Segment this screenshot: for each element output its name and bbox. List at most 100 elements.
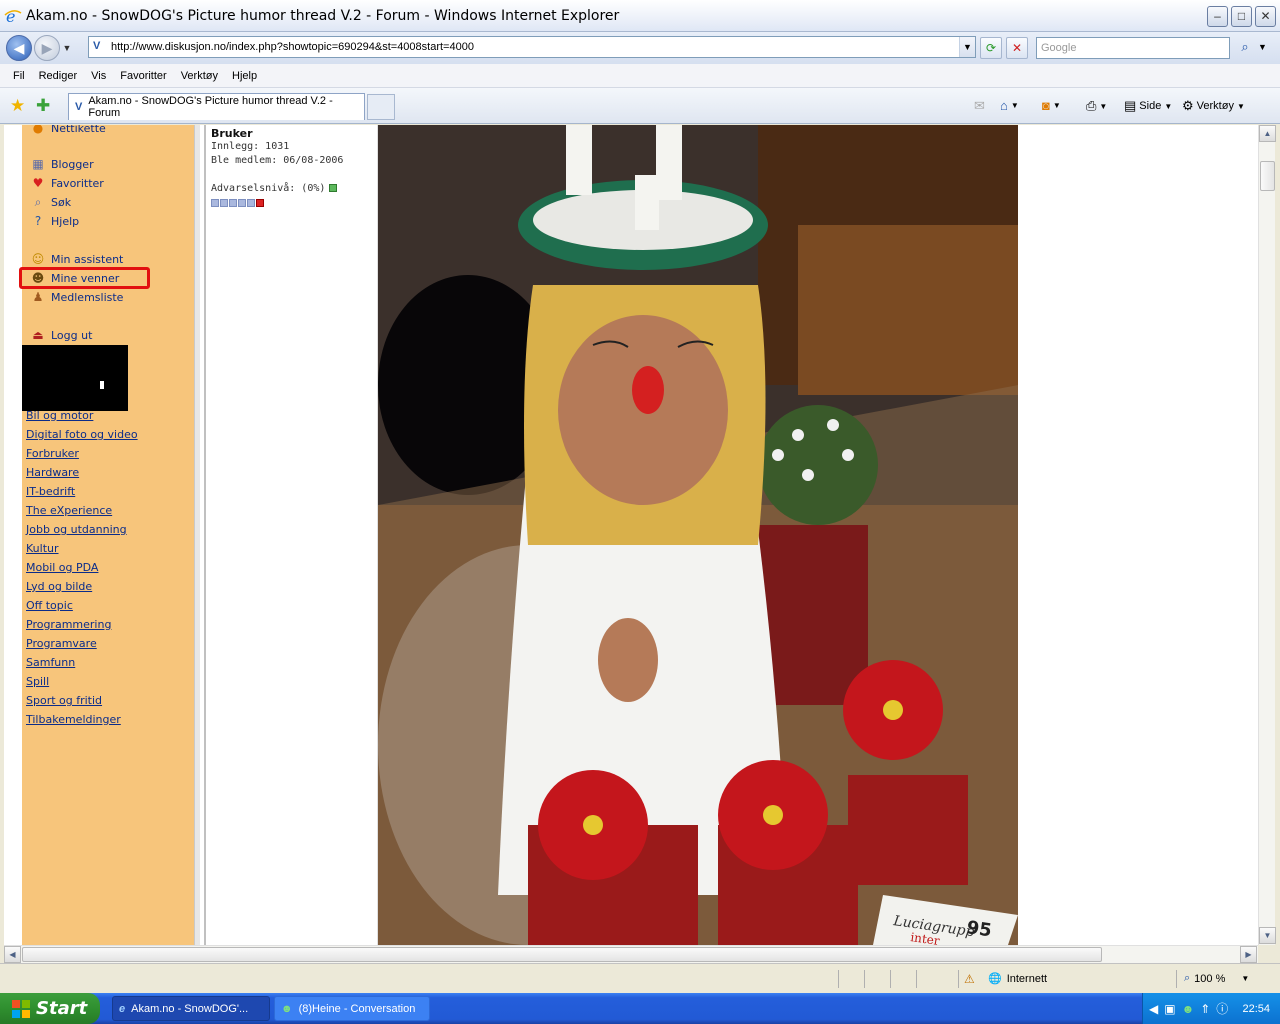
forum-link-consumer[interactable]: Forbruker (26, 447, 79, 460)
sidebar-link-logout[interactable]: ⏏ Logg ut (30, 327, 92, 343)
history-dropdown[interactable]: ▼ (60, 43, 74, 53)
forum-link-games[interactable]: Spill (26, 675, 49, 688)
sidebar-link-netiquette[interactable]: ● Nettikette (30, 125, 106, 136)
menu-view[interactable]: Vis (84, 70, 113, 82)
forum-link-photo[interactable]: Digital foto og video (26, 428, 138, 441)
close-button[interactable]: ✕ (1255, 6, 1276, 27)
popup-blocker-icon[interactable]: ⚠ (964, 972, 975, 986)
tools-menu-label: Verktøy (1196, 100, 1234, 112)
globe-icon: 🌐 (988, 973, 1002, 985)
feeds-off-icon[interactable]: ✉ (974, 98, 985, 114)
stop-button[interactable]: ✕ (1006, 37, 1028, 59)
scroll-up-button[interactable]: ▲ (1259, 125, 1276, 142)
search-icon[interactable]: ⌕ (1234, 37, 1256, 59)
network-icon[interactable]: ▣ (1164, 1002, 1175, 1016)
safely-remove-icon[interactable]: ⇑ (1200, 1002, 1210, 1016)
menu-edit[interactable]: Rediger (32, 70, 85, 82)
taskbar-item-label: Akam.no - SnowDOG'... (131, 1002, 249, 1015)
start-button[interactable]: Start (0, 993, 100, 1024)
search-options-dropdown[interactable]: ▼ (1258, 42, 1267, 52)
address-bar: ◀ ▶ ▼ V http://www.diskusjon.no/index.ph… (0, 32, 1280, 64)
gear-icon: ⚙ (1182, 98, 1194, 113)
back-button[interactable]: ◀ (6, 35, 32, 61)
menu-file[interactable]: Fil (6, 70, 32, 82)
rss-feed-button[interactable]: ◙ ▼ (1042, 98, 1061, 113)
sidebar-link-members[interactable]: ♟ Medlemsliste (30, 289, 124, 305)
add-favorite-icon[interactable]: ✚ (36, 96, 50, 116)
page-menu-button[interactable]: ▤ Side ▼ (1124, 98, 1172, 114)
user-role: Bruker (211, 127, 253, 140)
clock: 22:54 (1242, 1002, 1270, 1015)
forum-link-off-topic[interactable]: Off topic (26, 599, 73, 612)
tab-active[interactable]: V Akam.no - SnowDOG's Picture humor thre… (68, 93, 365, 120)
scroll-down-button[interactable]: ▼ (1259, 927, 1276, 944)
forum-link-feedback[interactable]: Tilbakemeldinger (26, 713, 121, 726)
minimize-button[interactable]: – (1207, 6, 1228, 27)
sidebar-link-search[interactable]: ⌕ Søk (30, 194, 71, 210)
title-bar: e Akam.no - SnowDOG's Picture humor thre… (0, 0, 1280, 32)
blog-icon: ▦ (32, 157, 44, 171)
forum-link-culture[interactable]: Kultur (26, 542, 59, 555)
site-favicon-icon: V (93, 40, 101, 52)
forum-link-programming[interactable]: Programmering (26, 618, 111, 631)
zoom-dropdown-icon: ▼ (1241, 974, 1250, 983)
print-button[interactable]: ⎙ ▼ (1086, 98, 1107, 114)
forum-link-audio[interactable]: Lyd og bilde (26, 580, 92, 593)
forum-sidebar: ● Nettikette ▦ Blogger ♥ Favoritter ⌕ Sø… (19, 125, 194, 945)
refresh-button[interactable]: ⟳ (980, 37, 1002, 59)
forum-link-mobile[interactable]: Mobil og PDA (26, 561, 98, 574)
menu-favorites[interactable]: Favoritter (113, 70, 173, 82)
info-tray-icon[interactable]: ⓘ (1216, 1000, 1228, 1017)
sidebar-link-blogger[interactable]: ▦ Blogger (30, 156, 93, 172)
ie-icon: e (119, 1002, 126, 1015)
url-field[interactable]: V http://www.diskusjon.no/index.php?show… (88, 36, 976, 58)
warning-increase-icon[interactable] (329, 184, 338, 192)
tools-menu-button[interactable]: ⚙ Verktøy ▼ (1182, 98, 1245, 114)
forum-link-sport[interactable]: Sport og fritid (26, 694, 102, 707)
menu-tools[interactable]: Verktøy (174, 70, 225, 82)
warning-decrease-icon[interactable] (256, 199, 264, 207)
sidebar-link-help[interactable]: ? Hjelp (30, 213, 79, 229)
forum-link-hardware[interactable]: Hardware (26, 466, 79, 479)
messenger-tray-icon[interactable]: ☻ (1182, 1002, 1195, 1016)
security-zone[interactable]: 🌐 Internett (988, 972, 1047, 986)
ie-icon: e (4, 7, 22, 26)
forum-link-society[interactable]: Samfunn (26, 656, 75, 669)
window-title: Akam.no - SnowDOG's Picture humor thread… (26, 7, 620, 24)
taskbar-item-ie[interactable]: e Akam.no - SnowDOG'... (112, 996, 270, 1021)
sign-number: 95 (965, 917, 993, 941)
forum-link-experience[interactable]: The eXperience (26, 504, 112, 517)
horizontal-scrollbar[interactable]: ◀ ▶ (4, 945, 1258, 963)
menu-help[interactable]: Hjelp (225, 70, 264, 82)
scroll-left-button[interactable]: ◀ (4, 946, 21, 963)
vertical-scroll-thumb[interactable] (1260, 161, 1275, 191)
taskbar-item-label: (8)Heine - Conversation (298, 1002, 416, 1015)
forward-button[interactable]: ▶ (34, 35, 60, 61)
svg-text:e: e (6, 7, 15, 25)
tab-bar: ★ ✚ V Akam.no - SnowDOG's Picture humor … (0, 88, 1280, 124)
url-dropdown-button[interactable]: ▼ (959, 37, 975, 57)
zoom-control[interactable]: ⌕ 100 % ▼ (1184, 972, 1249, 985)
taskbar-item-conversation[interactable]: ☻ (8)Heine - Conversation (274, 996, 430, 1021)
maximize-button[interactable]: □ (1231, 6, 1252, 27)
assistant-icon: ☺ (31, 252, 45, 266)
post-author-panel: Bruker Innlegg: 1031 Ble medlem: 06/08-2… (208, 125, 378, 945)
sidebar-link-assistant[interactable]: ☺ Min assistent (30, 251, 124, 267)
forum-link-it-business[interactable]: IT-bedrift (26, 485, 75, 498)
search-input[interactable]: Google (1036, 37, 1230, 59)
new-tab-button[interactable] (367, 94, 395, 120)
scroll-right-button[interactable]: ▶ (1240, 946, 1257, 963)
page-content: ● Nettikette ▦ Blogger ♥ Favoritter ⌕ Sø… (4, 125, 1258, 945)
home-button[interactable]: ⌂ ▼ (1000, 98, 1019, 113)
windows-logo-icon (12, 999, 30, 1018)
tray-expand-icon[interactable]: ◀ (1149, 1002, 1158, 1016)
forum-link-jobs[interactable]: Jobb og utdanning (26, 523, 127, 536)
sidebar-link-favorites[interactable]: ♥ Favoritter (30, 175, 104, 191)
forum-link-car[interactable]: Bil og motor (26, 409, 93, 422)
favorites-center-icon[interactable]: ★ (10, 96, 25, 116)
vertical-scrollbar[interactable]: ▲ ▼ (1258, 125, 1276, 945)
forum-link-software[interactable]: Programvare (26, 637, 97, 650)
horizontal-scroll-thumb[interactable] (22, 947, 1102, 962)
warning-meter (211, 199, 264, 207)
members-icon: ♟ (32, 290, 44, 304)
